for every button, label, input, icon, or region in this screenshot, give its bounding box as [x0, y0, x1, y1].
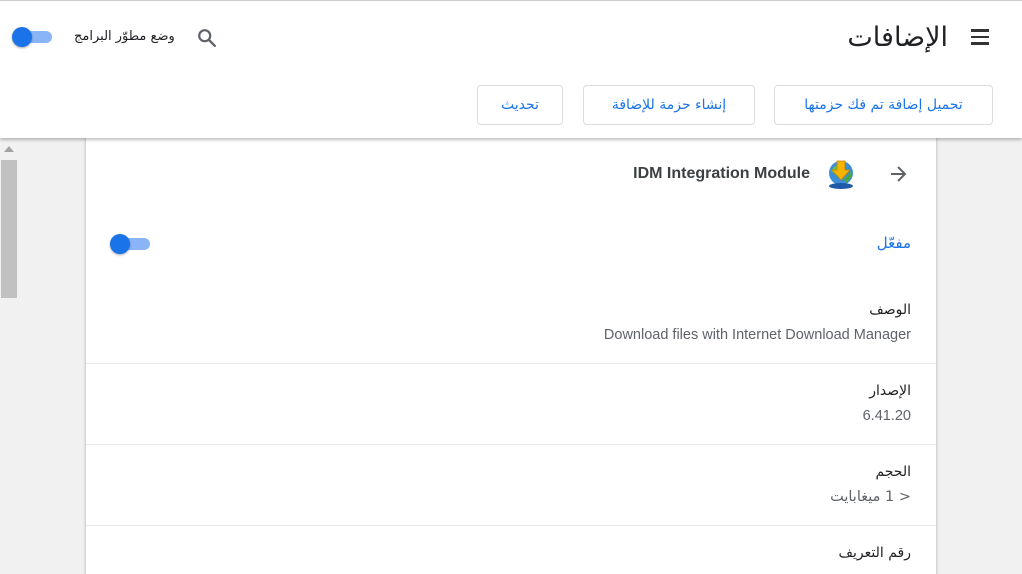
arrow-back-icon[interactable]: [886, 162, 910, 186]
page-header: الإضافات وضع مطوّر البرامج تحميل إضافة ت…: [0, 0, 1022, 138]
load-unpacked-button[interactable]: تحميل إضافة تم فك حزمتها: [774, 85, 993, 125]
scroll-up-arrow-icon[interactable]: [4, 146, 14, 152]
developer-mode-label: وضع مطوّر البرامج: [74, 29, 175, 44]
size-value: < 1 ميغابايت: [830, 489, 911, 505]
pack-extension-button[interactable]: إنشاء حزمة للإضافة: [583, 85, 755, 125]
divider: [86, 525, 936, 526]
extension-name: IDM Integration Module: [633, 165, 810, 182]
scrollbar-thumb[interactable]: [1, 160, 17, 298]
search-icon[interactable]: [196, 27, 218, 49]
divider: [86, 363, 936, 364]
developer-mode-toggle[interactable]: [12, 25, 52, 47]
version-value: 6.41.20: [862, 408, 911, 424]
extension-details-card: IDM Integration Module مفعّل الوصف Downl…: [86, 135, 936, 574]
description-label: الوصف: [869, 302, 911, 318]
idm-logo-icon: [829, 160, 853, 189]
hamburger-menu-icon[interactable]: [969, 27, 991, 47]
divider: [86, 444, 936, 445]
page-title: الإضافات: [847, 22, 948, 53]
scrollbar[interactable]: [0, 138, 18, 574]
update-button[interactable]: تحديث: [477, 85, 563, 125]
size-label: الحجم: [875, 464, 911, 480]
version-label: الإصدار: [869, 383, 911, 399]
extension-enabled-toggle[interactable]: [110, 232, 150, 254]
id-label: رقم التعريف: [838, 545, 911, 561]
description-value: Download files with Internet Download Ma…: [603, 327, 911, 343]
enabled-label: مفعّل: [876, 234, 911, 252]
